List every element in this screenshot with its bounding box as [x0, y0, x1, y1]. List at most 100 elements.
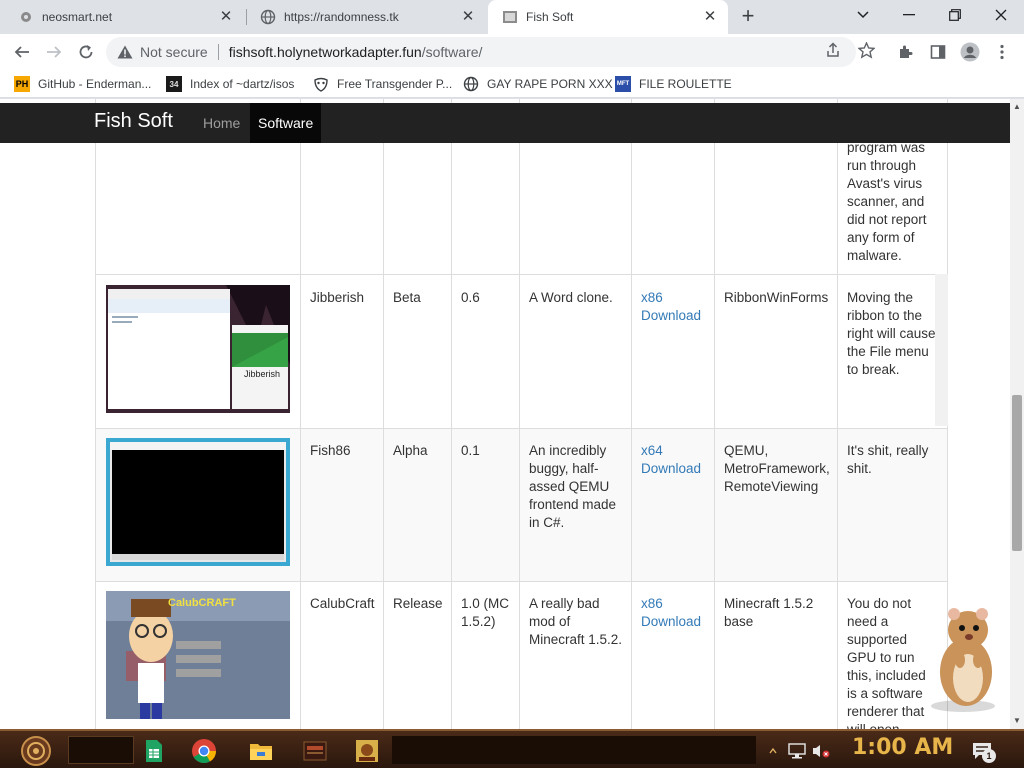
software-table: program was run through Avast's virus sc… — [95, 99, 948, 729]
bookmark-label: FILE ROULETTE — [639, 77, 732, 91]
bookmarks-bar: PH GitHub - Enderman... 34 Index of ~dar… — [0, 70, 1024, 98]
scrollbar-thumb[interactable] — [1012, 395, 1022, 551]
column-border — [714, 99, 715, 729]
bookmark-file-roulette[interactable]: MFT FILE ROULETTE — [615, 74, 732, 94]
app-window-thumbnail[interactable] — [300, 735, 330, 767]
bookmark-free-transgender[interactable]: Free Transgender P... — [313, 74, 452, 94]
tab-title: https://randomness.tk — [284, 10, 399, 24]
scroll-down-arrow-icon[interactable]: ▼ — [1013, 716, 1021, 725]
download-link[interactable]: x86 Download — [641, 289, 711, 325]
screenshot-caption: CalubCRAFT — [168, 597, 236, 609]
avatar-icon — [960, 42, 980, 62]
scroll-up-arrow-icon[interactable]: ▲ — [1013, 102, 1021, 111]
minimize-button[interactable] — [886, 0, 932, 30]
arch-label[interactable]: x86 — [641, 596, 663, 611]
minimize-icon — [903, 14, 915, 16]
new-tab-button[interactable]: + — [737, 5, 759, 27]
hamster-desktop-pet[interactable] — [918, 604, 1008, 714]
column-border — [631, 99, 632, 729]
arch-label[interactable]: x86 — [641, 290, 663, 305]
bookmark-label: GAY RAPE PORN XXX — [487, 77, 613, 91]
back-arrow-icon — [14, 46, 29, 58]
table-cell-stage: Release — [393, 596, 443, 611]
reload-icon — [79, 45, 93, 59]
download-label[interactable]: Download — [641, 614, 701, 629]
url-path: /software/ — [421, 44, 483, 60]
download-label[interactable]: Download — [641, 308, 701, 323]
network-icon[interactable] — [786, 735, 808, 767]
site-navbar: Fish Soft Home Software — [0, 103, 1010, 143]
taskbar-clock[interactable]: 1:00 AM — [852, 735, 953, 760]
table-cell-built-with: Minecraft 1.5.2 base — [724, 596, 814, 629]
table-scrollbar[interactable] — [935, 274, 948, 426]
table-cell-version: 1.0 (MC 1.5.2) — [461, 596, 510, 629]
taskbar-search-bar[interactable] — [68, 736, 134, 764]
notification-center-button[interactable]: 1 — [968, 735, 996, 767]
mft-favicon: MFT — [615, 76, 631, 92]
bookmark-dartz-isos[interactable]: 34 Index of ~dartz/isos — [166, 74, 294, 94]
reload-button[interactable] — [73, 39, 99, 65]
column-border — [383, 99, 384, 729]
address-bar[interactable]: Not secure fishsoft.holynetworkadapter.f… — [106, 37, 856, 67]
back-button[interactable] — [9, 39, 35, 65]
side-panel-button[interactable] — [925, 39, 951, 65]
bookmark-globe[interactable]: GAY RAPE PORN XXX — [463, 74, 613, 94]
table-cell-version: 0.1 — [461, 443, 480, 458]
app-thumbnail[interactable] — [352, 735, 382, 767]
nav-software[interactable]: Software — [250, 103, 322, 143]
bookmark-label: Index of ~dartz/isos — [190, 77, 295, 91]
calubcraft-screenshot[interactable]: CalubCRAFT — [106, 591, 290, 719]
tab-randomness[interactable]: https://randomness.tk ✕ — [246, 0, 486, 34]
table-cell-built-with: QEMU, MetroFramework, RemoteViewing — [724, 443, 830, 494]
tab-search-button[interactable] — [840, 0, 886, 30]
tab-title: Fish Soft — [526, 10, 574, 24]
profile-button[interactable] — [957, 39, 983, 65]
forward-arrow-icon — [47, 46, 62, 58]
divider — [217, 44, 219, 60]
share-icon[interactable] — [824, 41, 842, 59]
download-label[interactable]: Download — [641, 461, 701, 476]
volume-muted-icon[interactable] — [810, 735, 832, 767]
globe-icon — [463, 76, 479, 92]
column-border — [300, 99, 301, 729]
jibberish-screenshot[interactable]: Jibberish — [106, 285, 290, 413]
screenshot-caption: Jibberish — [244, 369, 281, 379]
show-hidden-icons-button[interactable] — [766, 735, 780, 767]
tab-neosmart[interactable]: neosmart.net ✕ — [4, 0, 244, 34]
forward-button[interactable] — [41, 39, 67, 65]
table-cell-description: A Word clone. — [529, 290, 613, 305]
site-brand[interactable]: Fish Soft — [94, 110, 173, 133]
table-cell-name: CalubCraft — [310, 596, 375, 611]
file-explorer-icon[interactable] — [246, 735, 276, 767]
close-icon[interactable]: ✕ — [702, 9, 718, 25]
warning-icon[interactable] — [116, 43, 134, 61]
row-border — [95, 274, 948, 275]
nav-home[interactable]: Home — [195, 103, 248, 143]
close-window-button[interactable] — [978, 0, 1024, 30]
close-icon[interactable]: ✕ — [460, 9, 476, 25]
number-favicon: 34 — [166, 76, 182, 92]
table-cell-name: Jibberish — [310, 290, 365, 305]
arch-label[interactable]: x64 — [641, 443, 663, 458]
start-button[interactable] — [6, 735, 62, 767]
table-cell-notes: program was run through Avast's virus sc… — [847, 140, 927, 263]
mask-favicon — [313, 76, 329, 92]
bookmark-github[interactable]: PH GitHub - Enderman... — [14, 74, 151, 94]
download-link[interactable]: x86 Download — [641, 595, 711, 631]
side-panel-icon — [930, 45, 946, 59]
table-cell-name: Fish86 — [310, 443, 351, 458]
table-cell-description: A really bad mod of Minecraft 1.5.2. — [529, 596, 623, 647]
tab-fish-soft[interactable]: Fish Soft ✕ — [488, 0, 728, 34]
fish86-screenshot[interactable] — [106, 438, 290, 566]
ph-favicon: PH — [14, 76, 30, 92]
chrome-icon[interactable] — [188, 735, 220, 767]
sheets-icon[interactable] — [140, 735, 168, 767]
page-scrollbar[interactable]: ▲ ▼ — [1010, 99, 1024, 729]
menu-button[interactable] — [989, 39, 1015, 65]
close-icon[interactable]: ✕ — [218, 9, 234, 25]
table-cell-description: An incredibly buggy, half-assed QEMU fro… — [529, 443, 617, 530]
download-link[interactable]: x64 Download — [641, 442, 711, 478]
extensions-button[interactable] — [893, 39, 919, 65]
restore-button[interactable] — [932, 0, 978, 30]
bookmark-star-icon[interactable] — [857, 41, 875, 59]
